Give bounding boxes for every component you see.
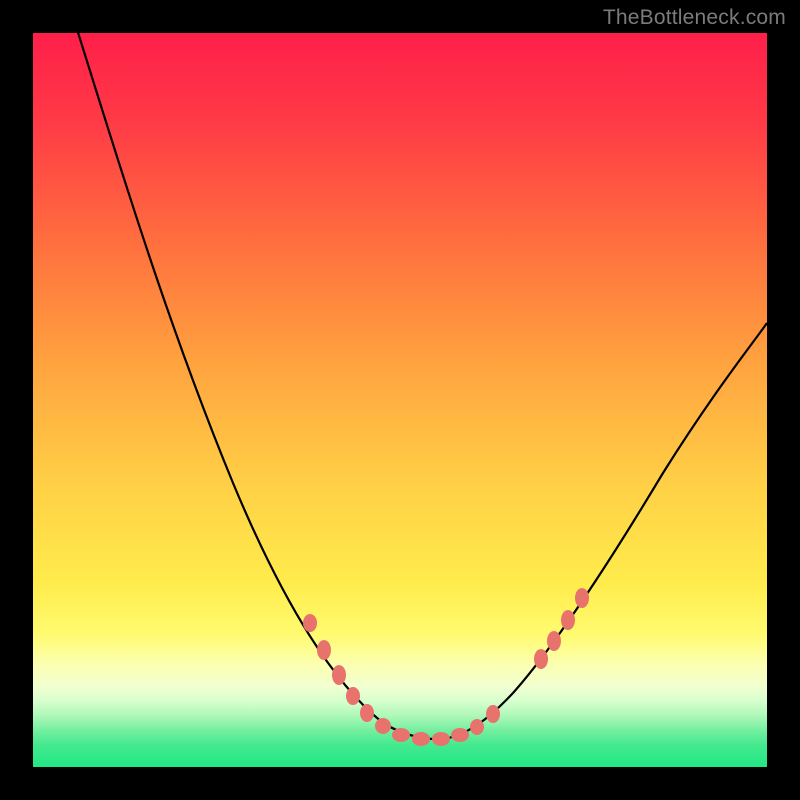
plot-area [33, 33, 767, 767]
curve-markers [303, 588, 589, 746]
chart-frame: TheBottleneck.com [0, 0, 800, 800]
watermark-text: TheBottleneck.com [603, 6, 786, 30]
curve-path [75, 33, 767, 739]
bottleneck-curve [33, 33, 767, 767]
